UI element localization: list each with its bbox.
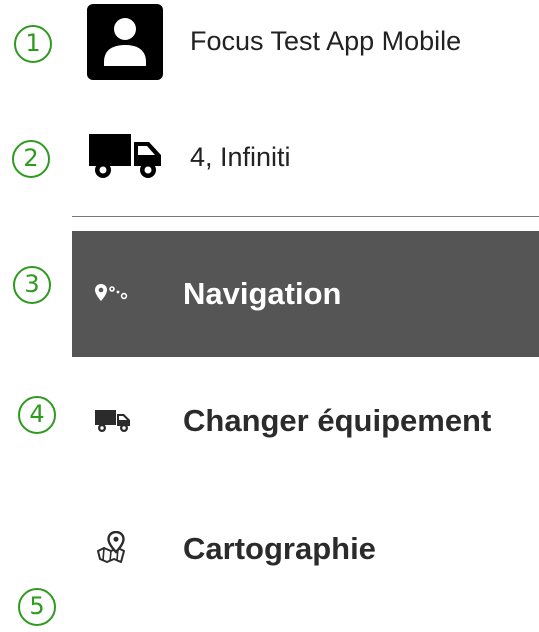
callout-5: 5	[18, 588, 56, 626]
user-avatar-icon	[87, 4, 163, 80]
callout-3: 3	[13, 266, 51, 304]
truck-icon	[87, 130, 163, 187]
truck-icon	[94, 409, 132, 438]
menu-item-changer-equipement[interactable]: Changer équipement	[72, 357, 539, 483]
user-name: Focus Test App Mobile	[190, 26, 462, 56]
callout-4: 4	[18, 396, 56, 434]
menu-item-label: Cartographie	[183, 531, 376, 566]
map-pin-icon	[94, 530, 128, 570]
callout-2: 2	[12, 140, 50, 178]
route-pin-icon	[94, 283, 134, 310]
callout-1: 1	[14, 25, 52, 63]
menu-item-label: Changer équipement	[183, 403, 492, 438]
divider	[72, 216, 539, 217]
menu-item-navigation[interactable]: Navigation	[72, 231, 539, 357]
menu-item-label: Navigation	[183, 276, 342, 311]
vehicle-name: 4, Infiniti	[190, 142, 291, 172]
menu-item-cartographie[interactable]: Cartographie	[72, 483, 539, 609]
